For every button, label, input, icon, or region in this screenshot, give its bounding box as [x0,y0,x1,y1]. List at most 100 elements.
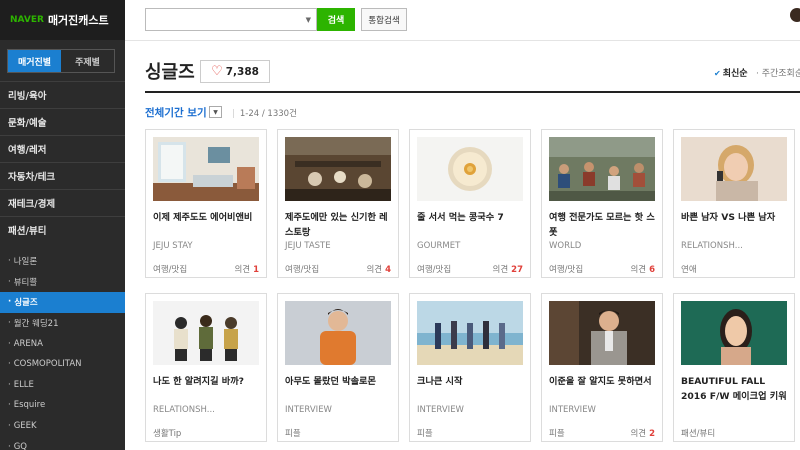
total-search-button[interactable]: 통합검색 [361,8,407,31]
article-thumbnail[interactable] [153,301,259,365]
comment-number: 1 [253,265,259,275]
article-card[interactable]: 나도 한 알려지길 바까? RELATIONSH... 생활Tip [145,293,267,442]
article-thumbnail[interactable] [549,301,655,365]
brand-logo[interactable]: NAVER 매거진캐스트 [0,0,125,40]
article-card[interactable]: 제주도에만 있는 신기한 레스토랑 JEJU TASTE 여행/맛집 의견 4 [277,129,399,278]
sidebar-category-item[interactable]: 재테크/경제 [0,189,125,216]
tab-by-topic[interactable]: 주제별 [61,50,114,72]
sidebar-category-item[interactable]: 자동차/테크 [0,162,125,189]
article-title[interactable]: 제주도에만 있는 신기한 레스토랑 [285,210,393,240]
comment-count[interactable] [256,427,259,437]
article-card[interactable]: 크나큰 시작 INTERVIEW 피플 [409,293,531,442]
comment-count[interactable] [784,427,787,437]
sidebar-category-item[interactable]: 패션/뷰티 [0,216,125,243]
article-category: 패션/뷰티 [681,429,716,439]
article-thumbnail[interactable] [681,137,787,201]
comment-count[interactable]: 의견 2 [630,427,655,439]
article-category: 연애 [681,265,697,275]
header-divider [145,91,800,93]
dropdown-caret-icon[interactable]: ▼ [306,16,311,24]
sidebar-magazine-item[interactable]: 뷰티쁠 [0,272,125,293]
tab-by-magazine[interactable]: 매거진별 [8,50,61,72]
article-section: WORLD [549,241,582,251]
sidebar-magazine-item[interactable]: 월간 웨딩21 [0,313,125,334]
article-section: GOURMET [417,241,461,251]
search-input[interactable]: ▼ [145,8,317,31]
sidebar-magazine-item[interactable]: GQ [0,436,125,450]
magazine-list: 나일론 뷰티쁠 싱글즈 월간 웨딩21 ARENA COSMOPOLITAN E… [0,251,125,450]
article-title[interactable]: 줄 서서 먹는 콩국수 7 [417,210,525,225]
sidebar: NAVER 매거진캐스트 매거진별 주제별 리빙/육아 문화/예술 여행/레저 … [0,0,125,450]
comment-label: 의견 [234,265,251,275]
service-title: 매거진캐스트 [47,14,109,27]
comment-number: 6 [649,265,655,275]
article-category: 여행/맛집 [549,265,584,275]
article-thumbnail[interactable] [417,301,523,365]
article-title[interactable]: 이제 제주도도 에어비앤비 [153,210,261,225]
article-section: JEJU STAY [153,241,193,251]
sidebar-tabs: 매거진별 주제별 [7,49,115,73]
sidebar-category-item[interactable]: 여행/레저 [0,135,125,162]
article-section: RELATIONSH... [153,405,215,415]
comment-count[interactable]: 의견 6 [630,263,655,275]
article-thumbnail[interactable] [417,137,523,201]
sidebar-magazine-item[interactable]: GEEK [0,416,125,437]
article-category: 여행/맛집 [153,265,188,275]
comment-number: 2 [649,429,655,439]
sidebar-magazine-item[interactable]: Esquire [0,395,125,416]
sidebar-category-item[interactable]: 리빙/육아 [0,81,125,108]
sort-latest-link[interactable]: 최신순 [714,66,748,79]
sidebar-magazine-item[interactable]: ARENA [0,333,125,354]
article-card[interactable]: 바쁜 남자 VS 나쁜 남자 RELATIONSH... 연애 [673,129,795,278]
article-thumbnail[interactable] [285,301,391,365]
like-button[interactable]: ♡ 7,388 [200,60,270,83]
article-title[interactable]: BEAUTIFUL FALL 2016 F/W 메이크업 키워 [681,374,789,404]
article-thumbnail[interactable] [681,301,787,365]
sidebar-magazine-item[interactable]: COSMOPOLITAN [0,354,125,375]
period-filter-label[interactable]: 전체기간 보기 [145,105,207,120]
article-card[interactable]: BEAUTIFUL FALL 2016 F/W 메이크업 키워패션/뷰티 [673,293,795,442]
comment-label: 의견 [492,265,509,275]
article-thumbnail[interactable] [153,137,259,201]
comment-count[interactable] [520,427,523,437]
article-card[interactable]: 이준을 잘 알지도 못하면서 INTERVIEW 피플 의견 2 [541,293,663,442]
comment-count[interactable] [784,263,787,273]
comment-label: 의견 [630,265,647,275]
comment-count[interactable]: 의견 27 [493,263,523,275]
article-category: 여행/맛집 [417,265,452,275]
sidebar-magazine-item[interactable]: ELLE [0,375,125,396]
article-section: JEJU TASTE [285,241,331,251]
article-card[interactable]: 줄 서서 먹는 콩국수 7 GOURMET 여행/맛집 의견 27 [409,129,531,278]
article-category: 피플 [285,429,301,439]
article-title[interactable]: 이준을 잘 알지도 못하면서 [549,374,657,389]
sidebar-magazine-item[interactable]: 나일론 [0,251,125,272]
article-title[interactable]: 크나큰 시작 [417,374,525,389]
search-button[interactable]: 검색 [317,8,355,31]
comment-count[interactable] [388,427,391,437]
sidebar-magazine-item-active[interactable]: 싱글즈 [0,292,125,313]
article-title[interactable]: 아무도 몰랐던 박솔로몬 [285,374,393,389]
comment-count[interactable]: 의견 4 [366,263,391,275]
avatar[interactable] [790,8,800,22]
divider [125,40,800,41]
heart-icon: ♡ [211,64,223,79]
article-section: INTERVIEW [285,405,332,415]
sidebar-category-item[interactable]: 문화/예술 [0,108,125,135]
article-title[interactable]: 여행 전문가도 모르는 핫 스폿 [549,210,657,240]
article-section: INTERVIEW [417,405,464,415]
sort-weekly-link[interactable]: · 주간조회순 [756,66,800,79]
comment-label: 의견 [630,429,647,439]
article-title[interactable]: 나도 한 알려지길 바까? [153,374,261,389]
naver-logo: NAVER [10,15,44,25]
chevron-down-icon[interactable]: ▼ [209,106,222,118]
comment-number: 27 [511,265,523,275]
article-card[interactable]: 아무도 몰랐던 박솔로몬 INTERVIEW 피플 [277,293,399,442]
article-title[interactable]: 바쁜 남자 VS 나쁜 남자 [681,210,789,225]
page-title: 싱글즈 [145,62,195,83]
article-card[interactable]: 이제 제주도도 에어비앤비 JEJU STAY 여행/맛집 의견 1 [145,129,267,278]
article-thumbnail[interactable] [549,137,655,201]
article-card[interactable]: 여행 전문가도 모르는 핫 스폿 WORLD 여행/맛집 의견 6 [541,129,663,278]
comment-count[interactable]: 의견 1 [234,263,259,275]
article-thumbnail[interactable] [285,137,391,201]
comment-label: 의견 [366,265,383,275]
